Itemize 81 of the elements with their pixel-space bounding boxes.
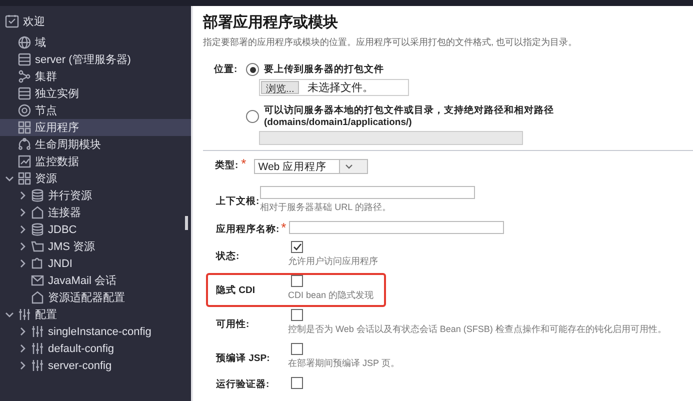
path-input-field[interactable] [259, 131, 523, 145]
sliders-icon [31, 325, 44, 338]
nav-item[interactable]: singleInstance-config [0, 323, 191, 340]
nav-item[interactable]: default-config [0, 340, 191, 357]
nav-item[interactable]: 独立实例 [0, 85, 191, 102]
caret-icon [344, 164, 353, 169]
server-icon [18, 87, 31, 100]
browse-button[interactable]: 浏览... [261, 81, 300, 94]
field-label: 位置: [214, 63, 238, 77]
file-picker[interactable]: 浏览... 未选择文件。 [259, 79, 409, 96]
checkbox[interactable] [291, 275, 303, 287]
globe-icon [18, 36, 31, 49]
nav-item[interactable]: JavaMail 会话 [0, 272, 191, 289]
envelope-icon [31, 274, 44, 287]
grid-icon [18, 121, 31, 134]
house-icon [31, 206, 44, 219]
grid-icon [18, 172, 31, 185]
field-label: 类型: [215, 159, 238, 172]
nav-item[interactable]: 域 [0, 34, 191, 51]
checkbox[interactable] [291, 343, 303, 355]
field-label: 运行验证器: [216, 378, 270, 391]
help-text: CDI bean 的隐式发现 [288, 289, 374, 302]
option-label: 可以访问服务器本地的打包文件或目录，支持绝对路径和相对路径 (domains/domain1/applications/) [264, 104, 555, 128]
database-icon [31, 189, 44, 202]
text-input-field[interactable] [289, 221, 504, 234]
puzzle-icon [31, 257, 44, 270]
target-icon [18, 104, 31, 117]
checkbox[interactable] [291, 241, 303, 253]
cycle-icon [18, 138, 31, 151]
field-label: 上下文根: [216, 195, 260, 208]
help-text: 允许用户访问应用程序 [288, 255, 378, 268]
required-mark: * [281, 222, 288, 232]
help-text: 在部署期间预编译 JSP 页。 [288, 357, 400, 370]
help-text: 相对于服务器基础 URL 的路径。 [260, 201, 391, 214]
field-label: 可用性: [216, 318, 250, 330]
checkmark-icon [292, 243, 302, 251]
nav-item[interactable]: 并行资源 [0, 187, 191, 204]
file-status: 未选择文件。 [307, 80, 374, 95]
scrollbar-thumb[interactable] [185, 216, 188, 230]
nav-item[interactable]: JDBC [0, 221, 191, 238]
nav-item[interactable]: 配置 [0, 306, 191, 323]
nav-item[interactable]: JNDI [0, 255, 191, 272]
checkbox[interactable] [291, 309, 303, 321]
house-icon [31, 291, 44, 304]
chevron-down-icon [5, 174, 14, 183]
nav-item[interactable]: 集群 [0, 68, 191, 85]
nav-item[interactable]: 应用程序 [0, 119, 191, 136]
clipboard-icon [5, 14, 19, 28]
nav-item[interactable]: 资源适配器配置 [0, 289, 191, 306]
nav-item[interactable]: 节点 [0, 102, 191, 119]
cluster-icon [18, 70, 31, 83]
sliders-icon [18, 308, 31, 321]
server-icon [18, 53, 31, 66]
radio-button[interactable] [246, 110, 259, 122]
page-description: 指定要部署的应用程序或模块的位置。应用程序可以采用打包的文件格式, 也可以指定为目录。 [203, 36, 578, 49]
database-icon [31, 223, 44, 236]
text-input-field[interactable] [260, 186, 476, 199]
nav-item[interactable]: JMS 资源 [0, 238, 191, 255]
field-label: 状态: [216, 250, 240, 262]
nav-item[interactable]: 资源 [0, 170, 191, 187]
field-label: 预编译 JSP: [216, 352, 270, 364]
radio-button[interactable] [246, 63, 259, 76]
tray-icon [31, 240, 44, 253]
page-title: 部署应用程序或模块 [203, 13, 339, 32]
welcome-item[interactable]: 欢迎 [0, 11, 191, 31]
nav-item[interactable]: 连接器 [0, 204, 191, 221]
type-dropdown[interactable]: Web 应用程序 [254, 159, 368, 174]
field-label: 隐式 CDI [216, 284, 255, 296]
sliders-icon [31, 359, 44, 372]
nav-item[interactable]: 生命周期模块 [0, 136, 191, 153]
field-label: 应用程序名称: [216, 222, 280, 236]
nav-item[interactable]: 监控数据 [0, 153, 191, 170]
chevron-down-icon [5, 310, 14, 319]
chart-icon [18, 155, 31, 168]
nav-item[interactable]: server (管理服务器) [0, 51, 191, 68]
option-label: 要上传到服务器的打包文件 [264, 63, 384, 76]
help-text: 控制是否为 Web 会话以及有状态会话 Bean (SFSB) 检查点操作和可能存在的钝化启用可用性。 [288, 323, 666, 336]
checkbox[interactable] [291, 377, 303, 389]
nav-item[interactable]: server-config [0, 357, 191, 374]
sliders-icon [31, 342, 44, 355]
required-mark: * [241, 159, 248, 168]
